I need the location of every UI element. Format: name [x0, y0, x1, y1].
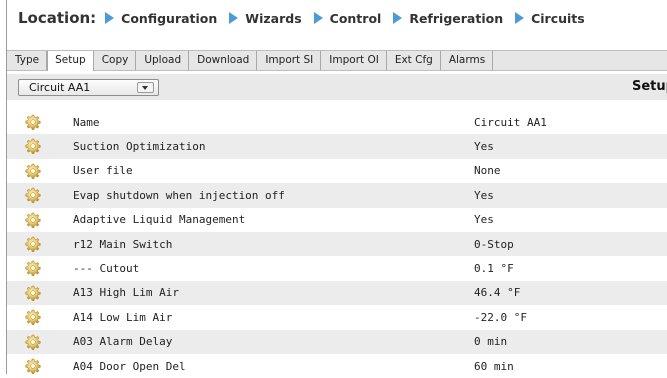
setting-name: r12 Main Switch [73, 237, 173, 251]
table-row[interactable]: Suction Optimization Yes [7, 134, 667, 159]
breadcrumb-item-wizards[interactable]: Wizards [229, 10, 302, 26]
breadcrumb-arrow-icon [105, 12, 115, 24]
chevron-down-icon [142, 86, 148, 90]
table-row[interactable]: User file None [7, 159, 667, 183]
setting-value[interactable]: 0-Stop [474, 238, 514, 251]
gear-icon [25, 212, 41, 228]
table-row[interactable]: A03 Alarm Delay 0 min [7, 329, 667, 354]
breadcrumb-item-label: Configuration [121, 10, 218, 26]
setting-name: --- Cutout [73, 262, 140, 276]
breadcrumb-item-label: Refrigeration [409, 10, 504, 26]
table-row[interactable]: A04 Door Open Del 60 min [7, 354, 667, 378]
setting-value[interactable]: Yes [474, 189, 494, 202]
setting-name: Evap shutdown when injection off [73, 188, 285, 202]
setting-value[interactable]: 46.4 °F [474, 286, 520, 299]
tab-import-oi[interactable]: Import OI [321, 51, 387, 70]
setting-value[interactable]: 0 min [474, 335, 507, 348]
table-row[interactable]: Name Circuit AA1 [7, 110, 667, 134]
gear-icon [25, 138, 41, 155]
tab-import-si[interactable]: Import SI [257, 51, 322, 70]
tab-upload[interactable]: Upload [136, 51, 190, 70]
circuit-select-value: Circuit AA1 [29, 81, 91, 94]
breadcrumb-item-configuration[interactable]: Configuration [105, 11, 217, 26]
table-row[interactable]: Adaptive Liquid Management Yes [7, 208, 667, 232]
table-row[interactable]: r12 Main Switch 0-Stop [7, 231, 667, 257]
breadcrumb-item-refrigeration[interactable]: Refrigeration [393, 11, 503, 26]
setting-value[interactable]: None [474, 164, 501, 177]
breadcrumb-item-label: Control [329, 10, 382, 26]
breadcrumb-arrow-icon [515, 12, 525, 24]
gear-icon [25, 260, 41, 277]
breadcrumb-arrow-icon [393, 12, 403, 24]
table-row[interactable]: A13 High Lim Air 46.4 °F [7, 280, 667, 306]
setting-name: Adaptive Liquid Management [73, 213, 246, 227]
tab-ext-cfg[interactable]: Ext Cfg [387, 51, 441, 70]
breadcrumb-item-label: Wizards [245, 10, 302, 26]
settings-table: Name Circuit AA1 Suction Optimization Yes Us… [7, 110, 667, 378]
gear-icon [25, 309, 41, 325]
gear-icon [25, 236, 41, 252]
setting-name: Name [73, 115, 100, 129]
table-row[interactable]: A14 Low Lim Air -22.0 °F [7, 305, 667, 329]
breadcrumb-label: Location: [18, 9, 97, 27]
setting-name: A14 Low Lim Air [73, 310, 173, 324]
gear-icon [25, 285, 41, 301]
tab-bar: Type Setup Copy Upload Download Import S… [7, 50, 667, 71]
setting-value[interactable]: Circuit AA1 [474, 116, 547, 129]
tab-type[interactable]: Type [7, 51, 48, 70]
gear-icon [25, 187, 41, 204]
tab-setup[interactable]: Setup [47, 51, 94, 71]
setting-name: Suction Optimization [73, 140, 206, 154]
tab-download[interactable]: Download [189, 51, 258, 70]
breadcrumb-arrow-icon [229, 12, 239, 24]
gear-icon [25, 334, 41, 350]
section-title: Setup [632, 79, 667, 94]
breadcrumb-item-label: Circuits [531, 10, 585, 26]
table-row[interactable]: --- Cutout 0.1 °F [7, 256, 667, 280]
setting-value[interactable]: Yes [474, 213, 494, 226]
tab-alarms[interactable]: Alarms [441, 51, 494, 70]
breadcrumb-arrow-icon [313, 12, 323, 24]
setting-name: User file [73, 164, 133, 178]
tab-copy[interactable]: Copy [94, 51, 137, 70]
setting-name: A04 Door Open Del [73, 359, 186, 373]
circuit-select-bar: Circuit AA1 Setup [7, 74, 667, 100]
setting-name: A13 High Lim Air [73, 286, 179, 300]
setting-value[interactable]: 60 min [474, 360, 514, 373]
table-row[interactable]: Evap shutdown when injection off Yes [7, 183, 667, 208]
dropdown-button[interactable] [137, 82, 154, 93]
circuit-select[interactable]: Circuit AA1 [18, 79, 159, 96]
breadcrumb-item-control[interactable]: Control [313, 10, 382, 26]
gear-icon [25, 114, 41, 130]
gear-icon [25, 358, 41, 374]
setting-value[interactable]: Yes [474, 140, 494, 153]
gear-icon [25, 163, 41, 179]
breadcrumb-item-circuits[interactable]: Circuits [515, 11, 585, 26]
setting-value[interactable]: 0.1 °F [474, 262, 514, 275]
breadcrumb: Location: Configuration Wizards Control … [7, 0, 667, 36]
setting-name: A03 Alarm Delay [73, 335, 173, 349]
setting-value[interactable]: -22.0 °F [474, 311, 527, 324]
